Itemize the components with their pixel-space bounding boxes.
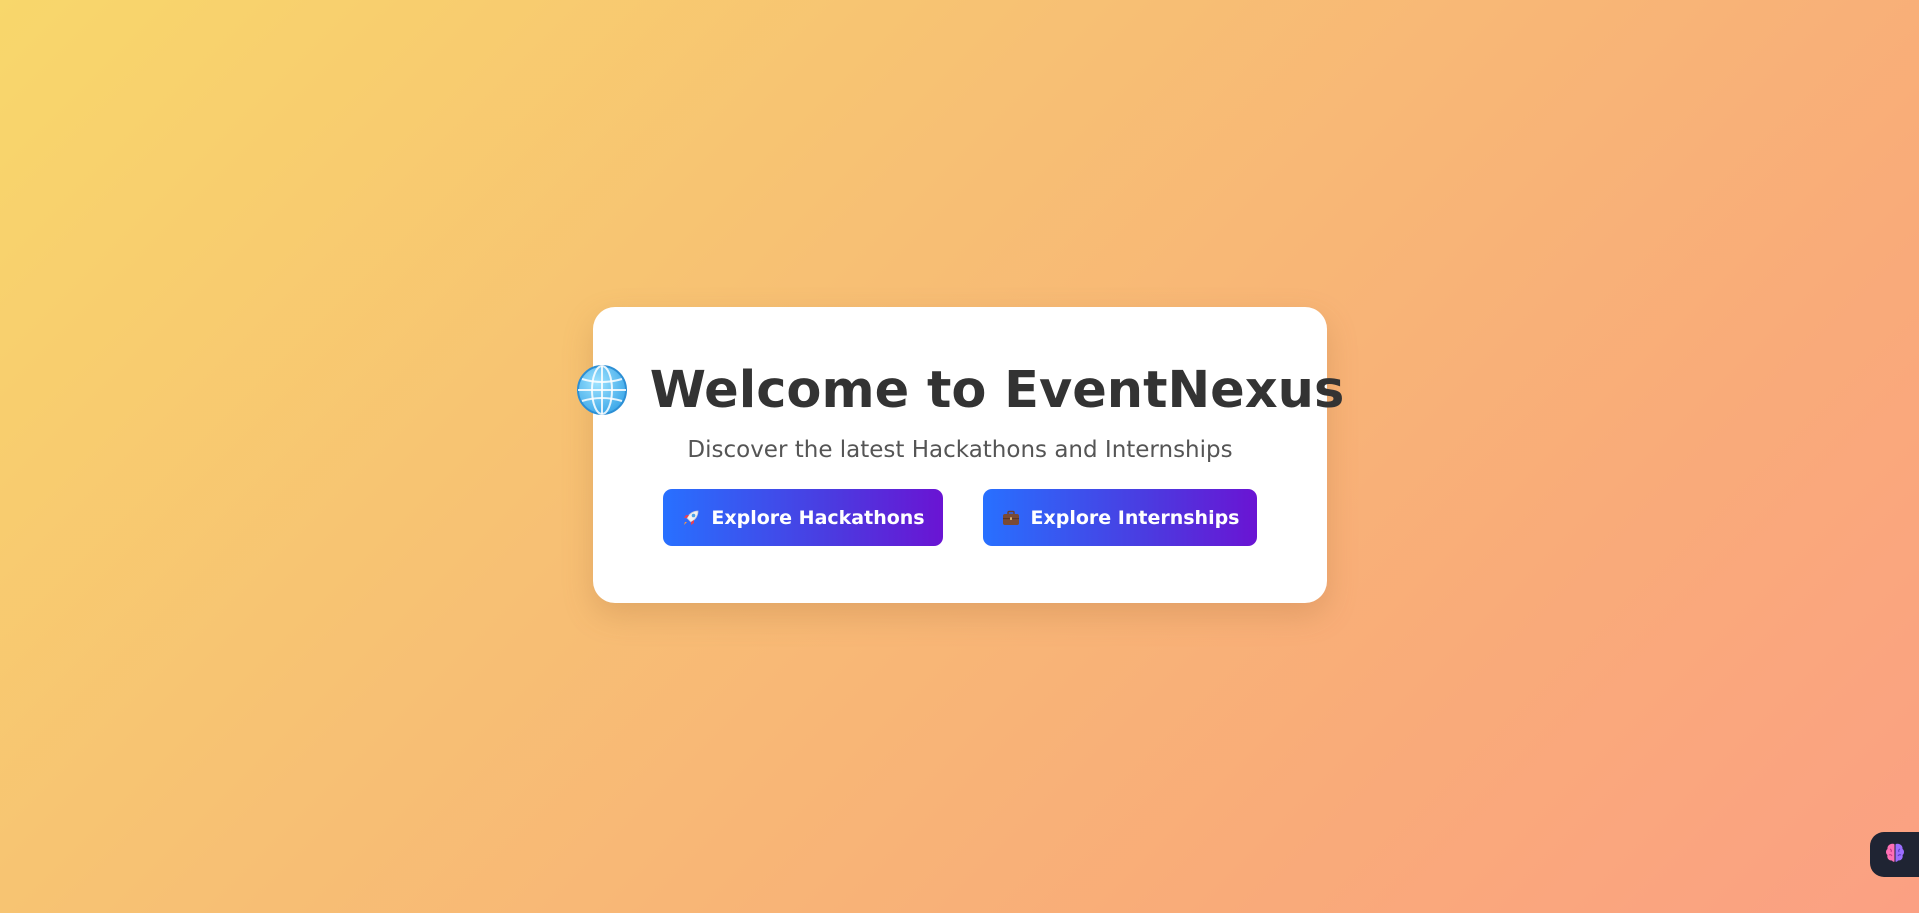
brain-icon [1882,840,1908,870]
rocket-icon [681,508,701,528]
explore-internships-label: Explore Internships [1030,506,1240,529]
welcome-card: Welcome to EventNexus Discover the lates… [576,307,1344,603]
action-buttons: Explore Hackathons Explore Internships [663,489,1257,546]
explore-hackathons-button[interactable]: Explore Hackathons [663,489,943,546]
briefcase-icon [1001,508,1021,528]
page-subtitle: Discover the latest Hackathons and Inter… [687,437,1233,463]
page-title: Welcome to EventNexus [649,360,1345,420]
globe-icon [576,364,628,416]
explore-internships-button[interactable]: Explore Internships [983,489,1257,546]
title-row: Welcome to EventNexus [576,355,1345,425]
explore-hackathons-label: Explore Hackathons [711,506,925,529]
assistant-widget-button[interactable] [1870,832,1919,877]
